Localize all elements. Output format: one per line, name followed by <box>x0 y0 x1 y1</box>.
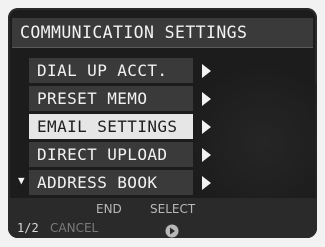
menu-item-label-box: DIRECT UPLOAD <box>29 142 193 167</box>
chevron-right-icon[interactable] <box>193 170 219 195</box>
chevron-right-icon[interactable] <box>193 86 219 111</box>
end-hint: END <box>96 202 122 216</box>
screen-title: COMMUNICATION SETTINGS <box>20 23 248 42</box>
select-hint: SELECT <box>150 202 196 216</box>
menu-item-label: DIAL UP ACCT. <box>37 61 168 80</box>
menu-item-label: DIRECT UPLOAD <box>37 145 168 164</box>
camera-lcd-screen: COMMUNICATION SETTINGS DIAL UP ACCT. PRE… <box>8 8 317 238</box>
select-button-icon <box>165 223 179 238</box>
title-bar: COMMUNICATION SETTINGS <box>12 18 313 48</box>
chevron-right-icon[interactable] <box>193 114 219 139</box>
expand-down-icon: ▼ <box>18 174 25 187</box>
button-hint-bar: END SELECT 1/2 CANCEL <box>8 198 317 238</box>
menu-item-label-box: EMAIL SETTINGS <box>29 114 193 139</box>
menu-item-label-box: DIAL UP ACCT. <box>29 58 193 83</box>
cancel-hint: CANCEL <box>50 221 99 235</box>
menu-item-direct-upload[interactable]: DIRECT UPLOAD <box>29 142 297 167</box>
menu-item-dial-up-acct[interactable]: DIAL UP ACCT. <box>29 58 297 83</box>
menu-item-label: EMAIL SETTINGS <box>37 117 178 136</box>
chevron-right-icon[interactable] <box>193 58 219 83</box>
menu-item-label-box: PRESET MEMO <box>29 86 193 111</box>
menu-item-label: PRESET MEMO <box>37 89 148 108</box>
menu-item-preset-memo[interactable]: PRESET MEMO <box>29 86 297 111</box>
page-indicator: 1/2 <box>17 221 39 235</box>
menu-item-label-box: ADDRESS BOOK <box>29 170 193 195</box>
menu-item-label: ADDRESS BOOK <box>37 173 158 192</box>
menu-item-email-settings[interactable]: EMAIL SETTINGS <box>29 114 297 139</box>
chevron-right-icon[interactable] <box>193 142 219 167</box>
menu-item-address-book[interactable]: ADDRESS BOOK <box>29 170 297 195</box>
